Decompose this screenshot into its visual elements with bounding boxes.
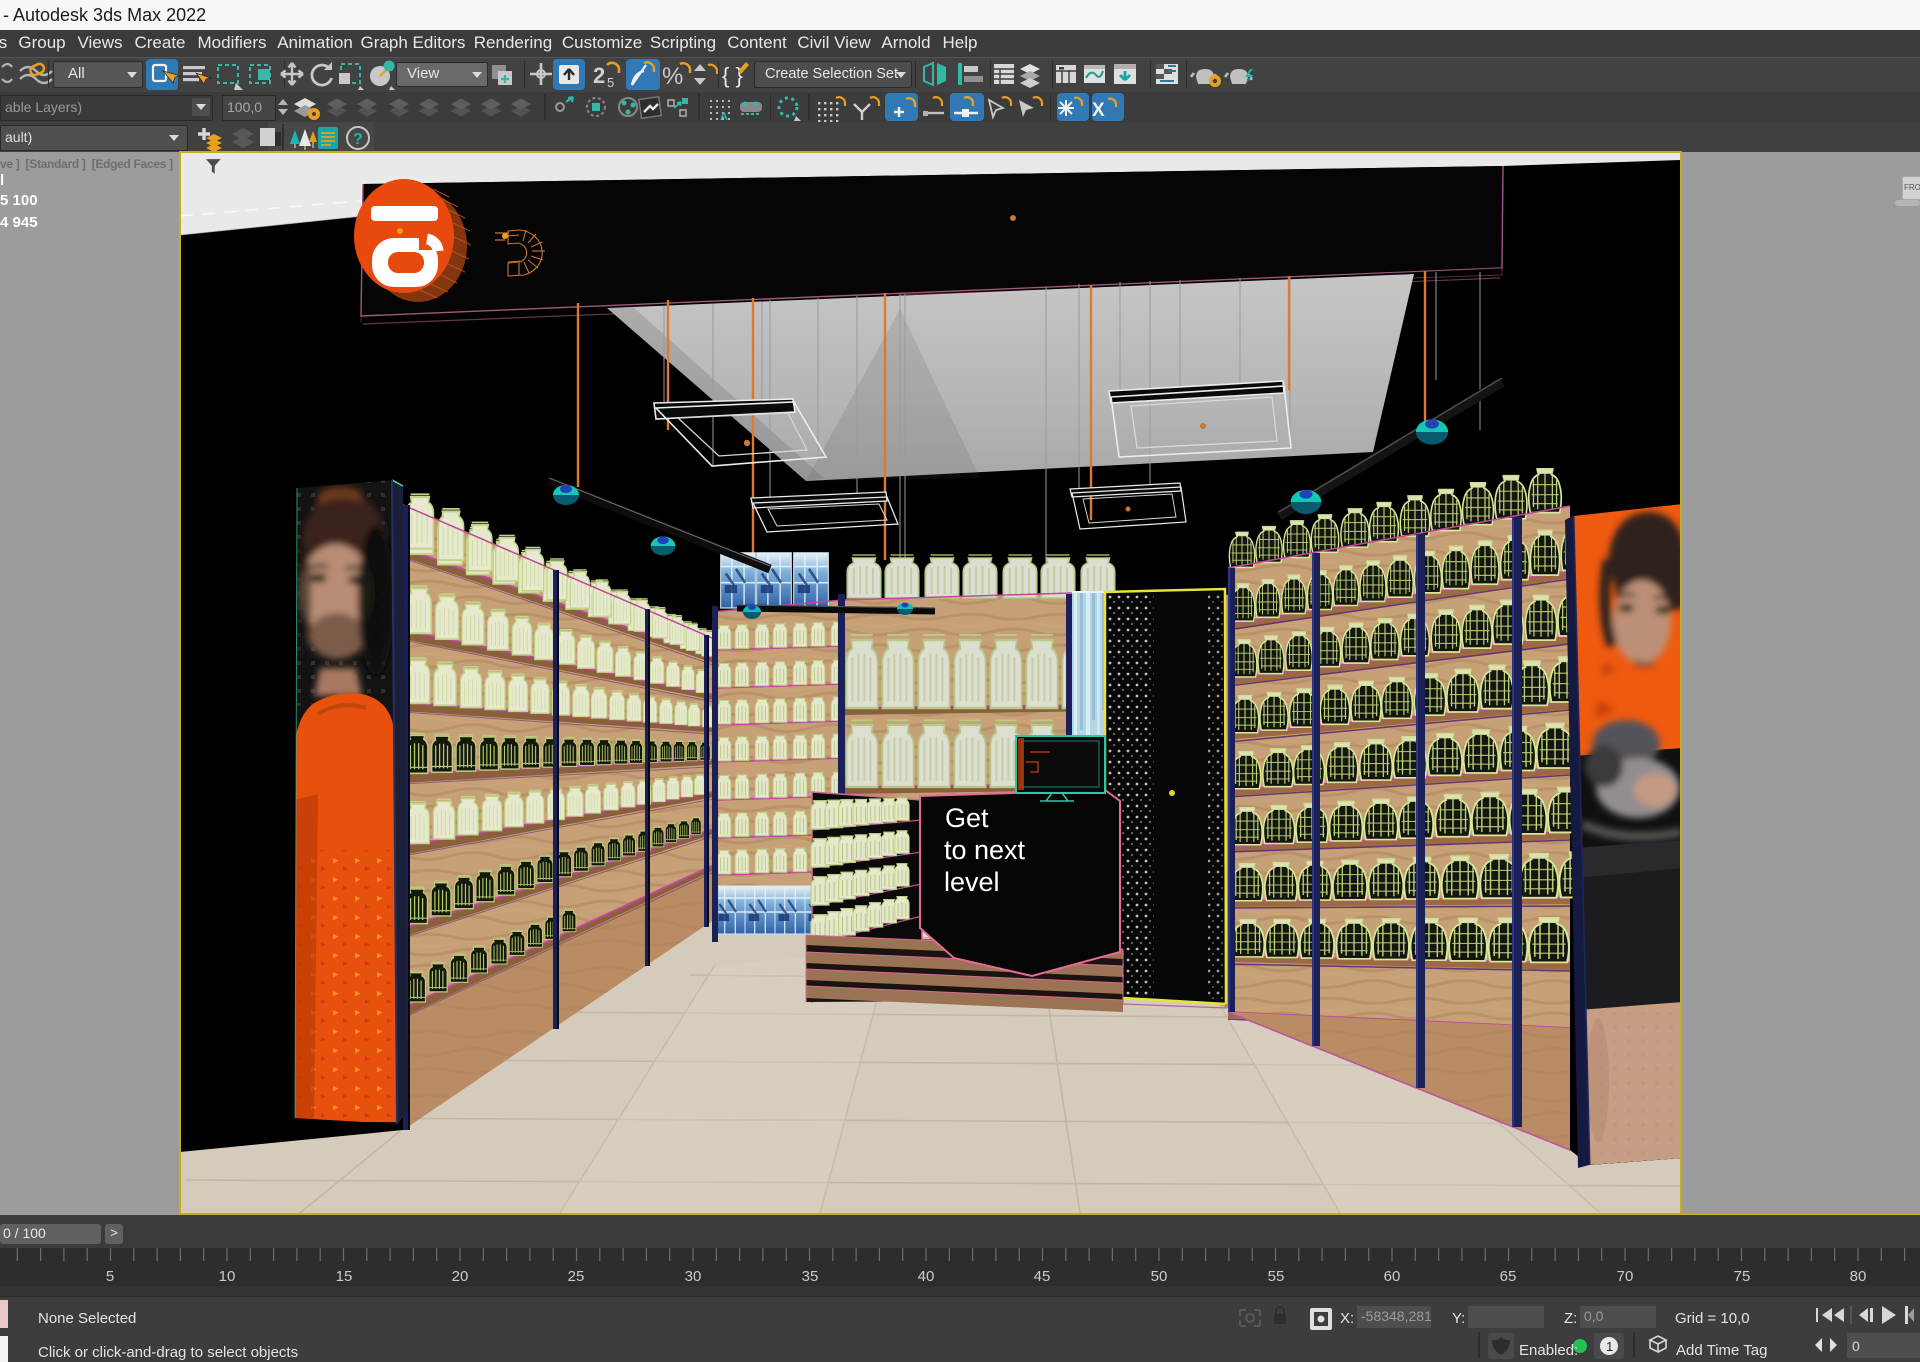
svg-text:55: 55 <box>1268 1268 1285 1285</box>
svg-text:60: 60 <box>1384 1268 1401 1285</box>
svg-text:10: 10 <box>219 1268 236 1285</box>
svg-text:X: X <box>1092 100 1105 121</box>
svg-text:65: 65 <box>1500 1268 1517 1285</box>
svg-text:35: 35 <box>802 1268 819 1285</box>
svg-text:50: 50 <box>1151 1268 1168 1285</box>
svg-text:30: 30 <box>685 1268 702 1285</box>
svg-text:20: 20 <box>452 1268 469 1285</box>
svg-text:A: A <box>720 111 728 122</box>
svg-text:level: level <box>944 867 1000 897</box>
svg-text:?: ? <box>353 131 363 148</box>
svg-text:80: 80 <box>1850 1268 1867 1285</box>
svg-text:1: 1 <box>1606 1339 1613 1354</box>
svg-text:0: 0 <box>1852 1338 1860 1354</box>
svg-text:70: 70 <box>1617 1268 1634 1285</box>
svg-text:Get: Get <box>945 803 989 833</box>
svg-text:25: 25 <box>568 1268 585 1285</box>
svg-text:%: % <box>662 63 683 90</box>
svg-text:75: 75 <box>1734 1268 1751 1285</box>
svg-text:to next: to next <box>944 835 1026 865</box>
svg-text:45: 45 <box>1034 1268 1051 1285</box>
svg-text:15: 15 <box>336 1268 353 1285</box>
svg-text:40: 40 <box>918 1268 935 1285</box>
svg-text:{ }: { } <box>722 63 743 88</box>
svg-text:5: 5 <box>106 1268 114 1285</box>
